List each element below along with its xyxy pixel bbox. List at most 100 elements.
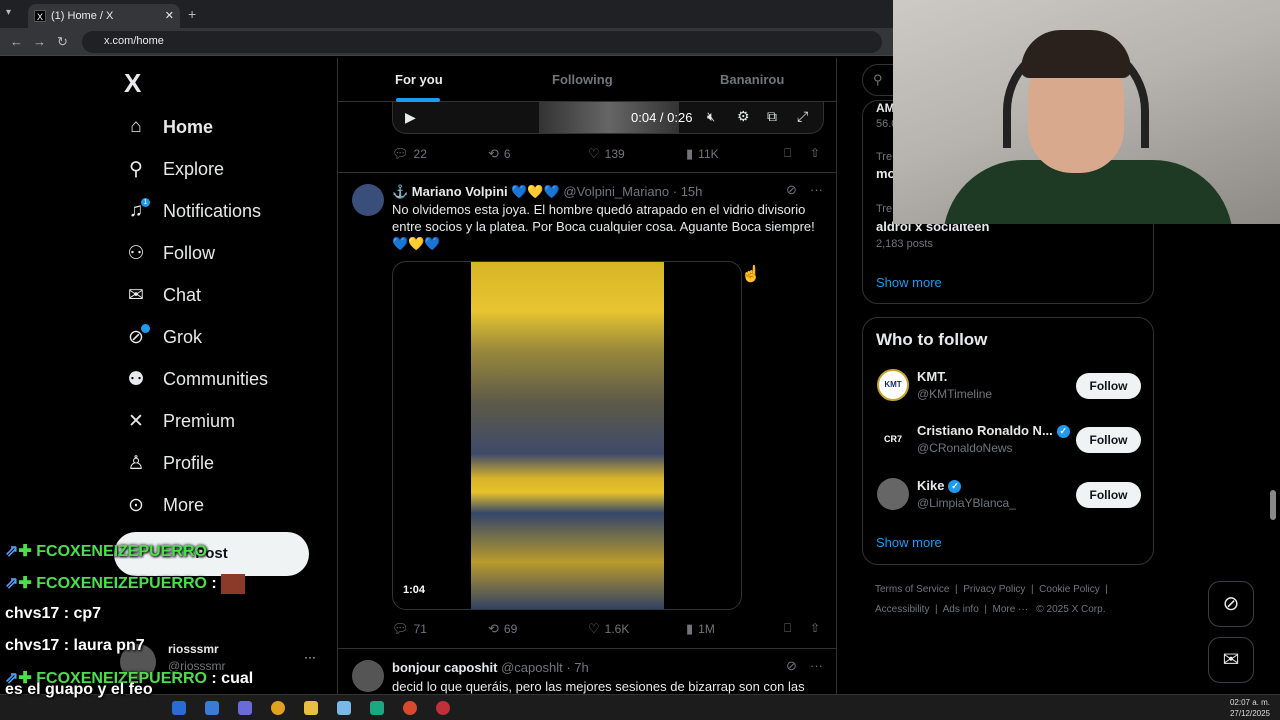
tab-for-you[interactable]: For you — [395, 72, 443, 87]
nav-communities[interactable]: ⚉ Communities — [124, 364, 268, 394]
chat-message: chvs17 : cp7 — [5, 605, 102, 622]
suggestion-row[interactable]: Kike ✓ @LimpiaYBlanca_ Follow — [877, 474, 1141, 514]
views-button[interactable]: ▮ 1M — [686, 621, 715, 637]
author-handle[interactable]: @caposhlt — [501, 660, 563, 675]
messages-fab-button[interactable]: ✉ — [1208, 637, 1254, 683]
back-icon[interactable]: ← — [10, 34, 23, 49]
tweet-time[interactable]: · 15h — [673, 184, 703, 199]
show-more-link[interactable]: Show more — [876, 275, 942, 290]
avatar: KMT — [877, 369, 909, 401]
nav-grok[interactable]: ⊘ Grok — [124, 322, 202, 352]
account-name: riosssmr — [168, 642, 219, 656]
settings-icon[interactable]: ⚙ — [737, 108, 750, 125]
chat-message: chvs17 : laura pn7 — [5, 637, 145, 654]
clock[interactable]: 02:07 a. m. 27/12/2025 — [1230, 697, 1270, 719]
taskbar-app-icon[interactable] — [238, 701, 252, 715]
reply-icon: 💬︎ — [392, 621, 409, 636]
share-icon[interactable]: ⇧ — [810, 621, 820, 635]
tab-bananirou[interactable]: Bananirou — [720, 72, 784, 87]
nav-explore[interactable]: ⚲ Explore — [124, 154, 224, 184]
tab-title: (1) Home / X — [51, 10, 114, 22]
accessibility-link[interactable]: Accessibility — [875, 604, 929, 615]
tab-following[interactable]: Following — [552, 72, 613, 87]
nav-premium[interactable]: ✕ Premium — [124, 406, 235, 436]
play-icon[interactable]: ▶ — [405, 109, 416, 126]
close-tab-icon[interactable]: ✕ — [165, 9, 174, 22]
suggestion-row[interactable]: CR7 Cristiano Ronaldo N... ✓ @CRonaldoNew… — [877, 419, 1141, 459]
avatar[interactable] — [352, 660, 384, 692]
terms-link[interactable]: Terms of Service — [875, 584, 949, 595]
tweet-time[interactable]: · 7h — [566, 660, 588, 675]
ads-info-link[interactable]: Ads info — [943, 604, 979, 615]
pip-icon[interactable]: ⧉ — [767, 108, 777, 125]
follow-button[interactable]: Follow — [1076, 427, 1141, 453]
nav-profile[interactable]: ♙ Profile — [124, 448, 214, 478]
who-to-follow-box: Who to follow KMT KMT. @KMTimeline Follo… — [862, 317, 1154, 565]
mail-icon: ✉ — [128, 284, 144, 306]
cookie-link[interactable]: Cookie Policy — [1039, 584, 1100, 595]
like-button[interactable]: ♡ 1.6K — [588, 621, 629, 637]
avatar — [877, 478, 909, 510]
taskbar-app-icon[interactable] — [436, 701, 450, 715]
tweet-video[interactable]: 1:04 — [392, 261, 742, 610]
heart-icon: ♡ — [588, 146, 600, 161]
nav-notifications[interactable]: ♫ 1 Notifications — [124, 196, 261, 226]
suggestion-handle: @KMTimeline — [917, 387, 993, 401]
more-icon[interactable]: ··· — [304, 650, 316, 664]
author-handle[interactable]: @Volpini_Mariano — [563, 184, 669, 199]
grok-fab-button[interactable]: ⊘ — [1208, 581, 1254, 627]
tweet-text: No olvidemos esta joya. El hombre quedó … — [392, 202, 815, 251]
taskbar-app-icon[interactable] — [304, 701, 318, 715]
more-icon[interactable]: ··· — [810, 658, 823, 673]
nav-follow[interactable]: ⚇ Follow — [124, 238, 215, 268]
reply-button[interactable]: 💬︎ 22 — [392, 146, 427, 162]
nav-home[interactable]: ⌂ Home — [124, 112, 213, 142]
grok-icon: ⊘ — [124, 323, 150, 349]
like-button[interactable]: ♡ 139 — [588, 146, 625, 162]
bookmark-icon[interactable]: ⎕ — [784, 146, 791, 161]
grok-icon[interactable]: ⊘ — [786, 658, 797, 674]
more-icon[interactable]: ··· — [810, 182, 823, 197]
taskbar-app-icon[interactable] — [337, 701, 351, 715]
reply-button[interactable]: 💬︎ 71 — [392, 621, 427, 637]
fullscreen-icon[interactable]: ⤢ — [797, 108, 808, 125]
chrome-taskbar-icon[interactable] — [403, 701, 417, 715]
privacy-link[interactable]: Privacy Policy — [963, 584, 1025, 595]
taskbar-app-icon[interactable] — [172, 701, 186, 715]
bookmark-icon[interactable]: ⎕ — [784, 621, 791, 636]
tab-indicator — [396, 98, 440, 102]
author-name[interactable]: bonjour caposhit — [392, 660, 497, 675]
views-button[interactable]: ▮ 11K — [686, 146, 719, 162]
forward-icon[interactable]: → — [33, 34, 46, 49]
share-icon[interactable]: ⇧ — [810, 146, 820, 160]
repost-icon: ⟲ — [488, 621, 499, 636]
mouse-cursor-icon: ☝ — [741, 266, 761, 283]
follow-button[interactable]: Follow — [1076, 373, 1141, 399]
new-tab-button[interactable]: + — [188, 6, 196, 22]
nav-chat[interactable]: ✉ Chat — [124, 280, 201, 310]
repost-button[interactable]: ⟲ 69 — [488, 621, 517, 637]
tab-search-icon[interactable]: ▾ — [6, 7, 11, 18]
suggestion-row[interactable]: KMT KMT. @KMTimeline Follow — [877, 365, 1141, 405]
show-more-link[interactable]: Show more — [876, 535, 942, 550]
taskbar-app-icon[interactable] — [205, 701, 219, 715]
taskbar-app-icon[interactable] — [370, 701, 384, 715]
x-logo-icon[interactable]: X — [124, 68, 141, 99]
more-link[interactable]: More ··· — [993, 604, 1029, 615]
add-person-icon: ⚇ — [127, 242, 145, 264]
reload-icon[interactable]: ↻ — [57, 34, 68, 50]
video-thumbnail — [471, 262, 664, 609]
repost-button[interactable]: ⟲ 6 — [488, 146, 511, 162]
follow-button[interactable]: Follow — [1076, 482, 1141, 508]
taskbar-app-icon[interactable] — [271, 701, 285, 715]
browser-tab[interactable]: X (1) Home / X ✕ — [28, 4, 180, 28]
author-name[interactable]: ⚓ Mariano Volpini 💙💛💙 — [392, 184, 560, 199]
avatar[interactable] — [352, 184, 384, 216]
trend-name[interactable]: AM — [876, 101, 895, 115]
grok-icon[interactable]: ⊘ — [786, 182, 797, 198]
nav-more[interactable]: ⊙ More — [124, 490, 204, 520]
scrollbar[interactable] — [1270, 490, 1276, 520]
mute-icon[interactable]: 🔇︎ — [707, 109, 715, 125]
address-bar[interactable]: x.com/home — [82, 31, 882, 53]
tweet-text: decid lo que queráis, pero las mejores s… — [392, 679, 805, 694]
